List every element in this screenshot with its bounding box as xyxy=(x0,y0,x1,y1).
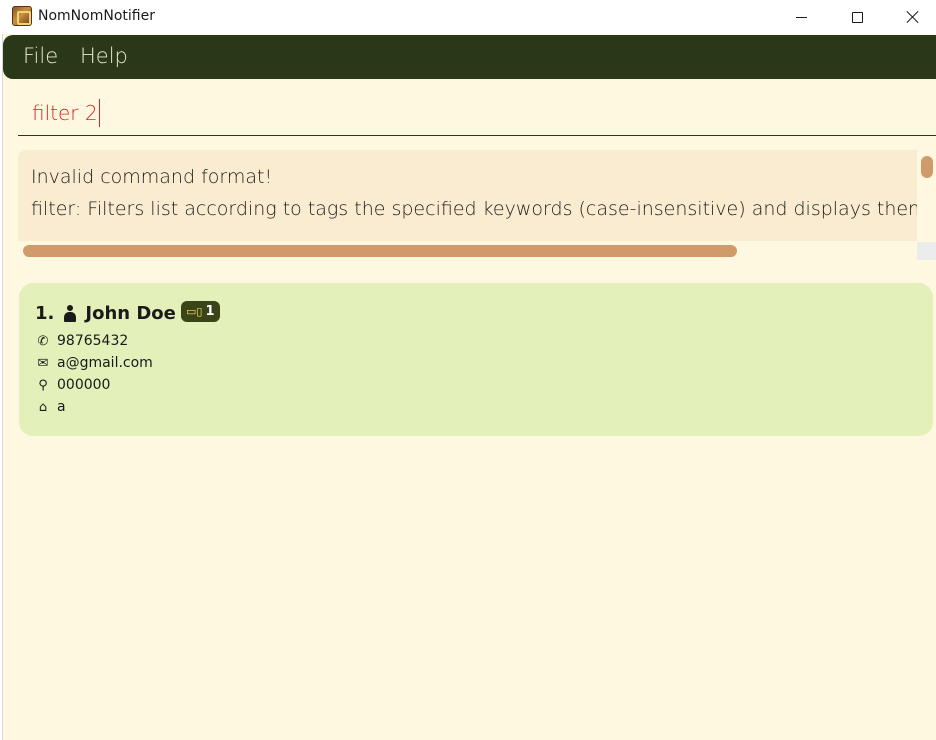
app-logo-icon xyxy=(12,6,32,26)
result-message: Invalid command format! xyxy=(31,166,273,188)
pin-icon: ⚲ xyxy=(38,377,48,393)
phone-value: 98765432 xyxy=(57,333,129,349)
command-box[interactable]: filter 2 xyxy=(18,92,936,136)
minimize-icon xyxy=(795,16,807,18)
maximize-icon xyxy=(851,11,863,23)
person-name: John Doe xyxy=(85,303,176,324)
result-usage: filter: Filters list according to tags t… xyxy=(31,198,918,220)
text-caret xyxy=(98,99,100,127)
address-value: a xyxy=(57,399,66,415)
command-text: filter 2 xyxy=(32,101,98,125)
menu-help[interactable]: Help xyxy=(80,44,128,68)
menu-bar: File Help xyxy=(3,35,936,79)
phone-row: ✆ 98765432 xyxy=(35,331,129,351)
app-window: File Help filter 2 Invalid command forma… xyxy=(2,34,936,740)
close-icon xyxy=(906,10,920,24)
result-vertical-scroll-thumb[interactable] xyxy=(921,156,933,178)
email-icon: ✉ xyxy=(37,355,49,371)
menu-file[interactable]: File xyxy=(23,44,58,68)
title-bar: NomNomNotifier xyxy=(0,0,936,34)
phone-icon: ✆ xyxy=(37,333,49,349)
result-display[interactable]: Invalid command format! filter: Filters … xyxy=(18,150,918,241)
person-icon xyxy=(63,304,77,323)
result-horizontal-scroll-thumb[interactable] xyxy=(23,245,737,257)
home-icon: ⌂ xyxy=(38,399,48,415)
minimize-button[interactable] xyxy=(778,0,824,34)
person-card[interactable]: 1. John Doe ▭▯ 1 ✆ 98765432 ✉ a@gmail.co… xyxy=(19,283,933,436)
close-button[interactable] xyxy=(890,0,936,34)
maximize-button[interactable] xyxy=(834,0,880,34)
email-value: a@gmail.com xyxy=(57,355,153,371)
person-header: 1. John Doe xyxy=(35,303,176,324)
postal-value: 000000 xyxy=(57,377,111,393)
person-index: 1. xyxy=(35,303,55,324)
postal-row: ⚲ 000000 xyxy=(35,375,110,395)
command-input[interactable]: filter 2 xyxy=(32,99,100,127)
scroll-corner xyxy=(917,242,936,260)
tag-icon: ▭▯ xyxy=(186,305,203,318)
window-title: NomNomNotifier xyxy=(38,8,155,24)
tag-label: 1 xyxy=(205,304,215,319)
email-row: ✉ a@gmail.com xyxy=(35,353,153,373)
tag-badge: ▭▯ 1 xyxy=(181,301,220,322)
address-row: ⌂ a xyxy=(35,397,66,417)
